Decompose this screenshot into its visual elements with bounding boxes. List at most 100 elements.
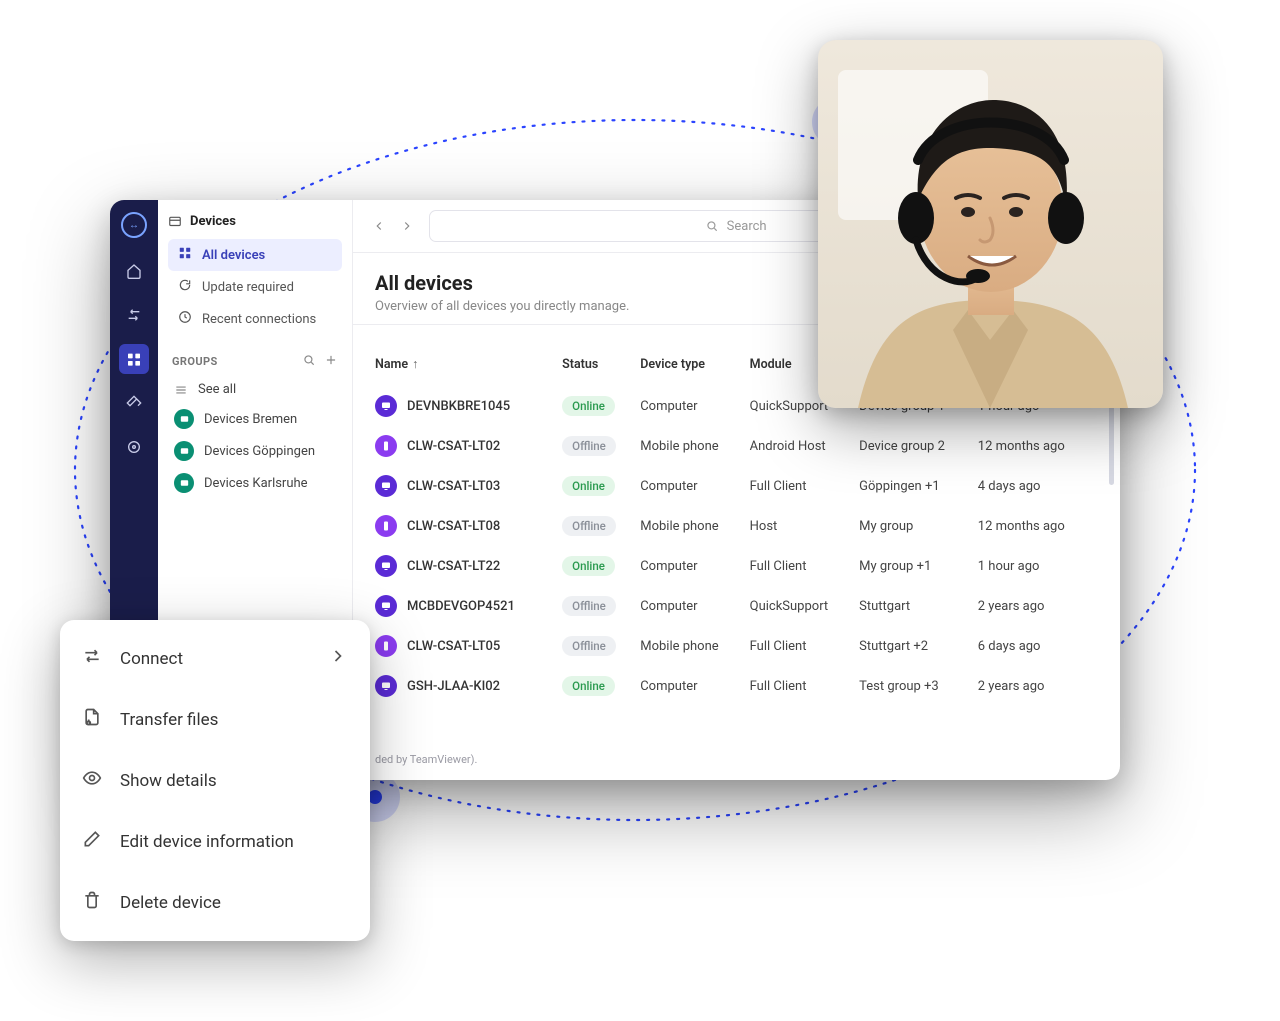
trash-icon — [82, 890, 102, 915]
status-badge: Online — [562, 476, 615, 496]
device-type-cell: Computer — [640, 586, 749, 626]
device-type-cell: Mobile phone — [640, 626, 749, 666]
table-row[interactable]: CLW-CSAT-LT08 Offline Mobile phone Host … — [375, 506, 1098, 546]
table-row[interactable]: MCBDEVGOP4521 Offline Computer QuickSupp… — [375, 586, 1098, 626]
device-type-cell: Mobile phone — [640, 426, 749, 466]
sidebar-item-all-devices[interactable]: All devices — [168, 239, 342, 271]
group-label: Devices Bremen — [204, 412, 297, 427]
status-badge: Online — [562, 396, 615, 416]
footer-note: ded by TeamViewer). — [353, 743, 1120, 780]
module-cell: QuickSupport — [750, 586, 860, 626]
device-name: CLW-CSAT-LT03 — [407, 479, 500, 494]
device-type-cell: Computer — [640, 466, 749, 506]
device-name: CLW-CSAT-LT08 — [407, 519, 500, 534]
group-cell: My group +1 — [859, 546, 978, 586]
group-label: Devices Karlsruhe — [204, 476, 308, 491]
context-menu-delete-device[interactable]: Delete device — [60, 872, 370, 933]
table-row[interactable]: CLW-CSAT-LT02 Offline Mobile phone Andro… — [375, 426, 1098, 466]
grid-icon — [178, 246, 192, 264]
group-avatar-icon — [174, 473, 194, 493]
device-type-icon — [375, 635, 397, 657]
last-seen-cell: 2 years ago — [978, 666, 1098, 706]
context-menu-label: Connect — [120, 649, 183, 669]
group-item[interactable]: Devices Karlsruhe — [168, 467, 342, 499]
module-cell: Full Client — [750, 466, 860, 506]
device-type-icon — [375, 435, 397, 457]
sidebar-item-label: Recent connections — [202, 312, 316, 327]
devices-table: Name↑ Status Device type Module Group La… — [375, 357, 1098, 706]
nav-forward-button[interactable] — [395, 214, 419, 238]
clock-icon — [178, 310, 192, 328]
module-cell: Full Client — [750, 626, 860, 666]
device-name: CLW-CSAT-LT02 — [407, 439, 500, 454]
nav-tag-icon[interactable] — [119, 388, 149, 418]
context-menu-label: Edit device information — [120, 832, 294, 852]
col-status[interactable]: Status — [562, 357, 640, 386]
context-menu-label: Delete device — [120, 893, 221, 913]
sidebar-item-label: Update required — [202, 280, 294, 295]
table-row[interactable]: CLW-CSAT-LT05 Offline Mobile phone Full … — [375, 626, 1098, 666]
sidebar-item-recent-connections[interactable]: Recent connections — [168, 303, 342, 335]
groups-search-icon[interactable] — [302, 353, 316, 370]
search-placeholder: Search — [727, 219, 767, 234]
last-seen-cell: 12 months ago — [978, 506, 1098, 546]
nav-devices-icon[interactable] — [119, 344, 149, 374]
last-seen-cell: 12 months ago — [978, 426, 1098, 466]
device-name: GSH-JLAA-KI02 — [407, 679, 500, 694]
nav-swap-icon[interactable] — [119, 300, 149, 330]
last-seen-cell: 4 days ago — [978, 466, 1098, 506]
context-menu-connect[interactable]: Connect — [60, 628, 370, 689]
sidebar-item-update-required[interactable]: Update required — [168, 271, 342, 303]
device-type-cell: Computer — [640, 666, 749, 706]
sidebar-see-all[interactable]: See all — [168, 376, 342, 403]
group-cell: Device group 2 — [859, 426, 978, 466]
group-cell: Stuttgart +2 — [859, 626, 978, 666]
device-type-cell: Computer — [640, 546, 749, 586]
sidebar-item-label: All devices — [202, 248, 265, 263]
group-label: Devices Göppingen — [204, 444, 315, 459]
context-menu-transfer-files[interactable]: Transfer files — [60, 689, 370, 750]
last-seen-cell: 1 hour ago — [978, 546, 1098, 586]
group-item[interactable]: Devices Bremen — [168, 403, 342, 435]
nav-back-button[interactable] — [367, 214, 391, 238]
context-menu-label: Show details — [120, 771, 217, 791]
status-badge: Offline — [562, 636, 616, 656]
device-type-cell: Computer — [640, 386, 749, 426]
group-avatar-icon — [174, 441, 194, 461]
col-device-type[interactable]: Device type — [640, 357, 749, 386]
file-icon — [82, 707, 102, 732]
support-agent-photo — [818, 40, 1163, 408]
last-seen-cell: 6 days ago — [978, 626, 1098, 666]
table-row[interactable]: CLW-CSAT-LT03 Online Computer Full Clien… — [375, 466, 1098, 506]
col-name[interactable]: Name↑ — [375, 357, 562, 386]
group-cell: My group — [859, 506, 978, 546]
group-cell: Göppingen +1 — [859, 466, 978, 506]
status-badge: Offline — [562, 436, 616, 456]
status-badge: Online — [562, 676, 615, 696]
device-type-icon — [375, 595, 397, 617]
swap-icon — [82, 646, 102, 671]
group-cell: Test group +3 — [859, 666, 978, 706]
context-menu-show-details[interactable]: Show details — [60, 750, 370, 811]
table-row[interactable]: CLW-CSAT-LT22 Online Computer Full Clien… — [375, 546, 1098, 586]
decorative-pulse-dot — [368, 790, 382, 804]
table-row[interactable]: GSH-JLAA-KI02 Online Computer Full Clien… — [375, 666, 1098, 706]
app-logo-icon: ↔ — [121, 212, 147, 238]
device-type-icon — [375, 675, 397, 697]
device-name: CLW-CSAT-LT05 — [407, 639, 500, 654]
pencil-icon — [82, 829, 102, 854]
module-cell: Full Client — [750, 546, 860, 586]
context-menu-edit-device-information[interactable]: Edit device information — [60, 811, 370, 872]
device-type-icon — [375, 395, 397, 417]
module-cell: Host — [750, 506, 860, 546]
groups-add-icon[interactable] — [324, 353, 338, 370]
groups-header: GROUPS — [172, 353, 338, 370]
device-name: CLW-CSAT-LT22 — [407, 559, 500, 574]
group-item[interactable]: Devices Göppingen — [168, 435, 342, 467]
sidebar-title: Devices — [168, 214, 342, 229]
group-avatar-icon — [174, 409, 194, 429]
nav-settings-icon[interactable] — [119, 432, 149, 462]
nav-home-icon[interactable] — [119, 256, 149, 286]
sort-asc-icon: ↑ — [412, 357, 418, 372]
device-type-cell: Mobile phone — [640, 506, 749, 546]
